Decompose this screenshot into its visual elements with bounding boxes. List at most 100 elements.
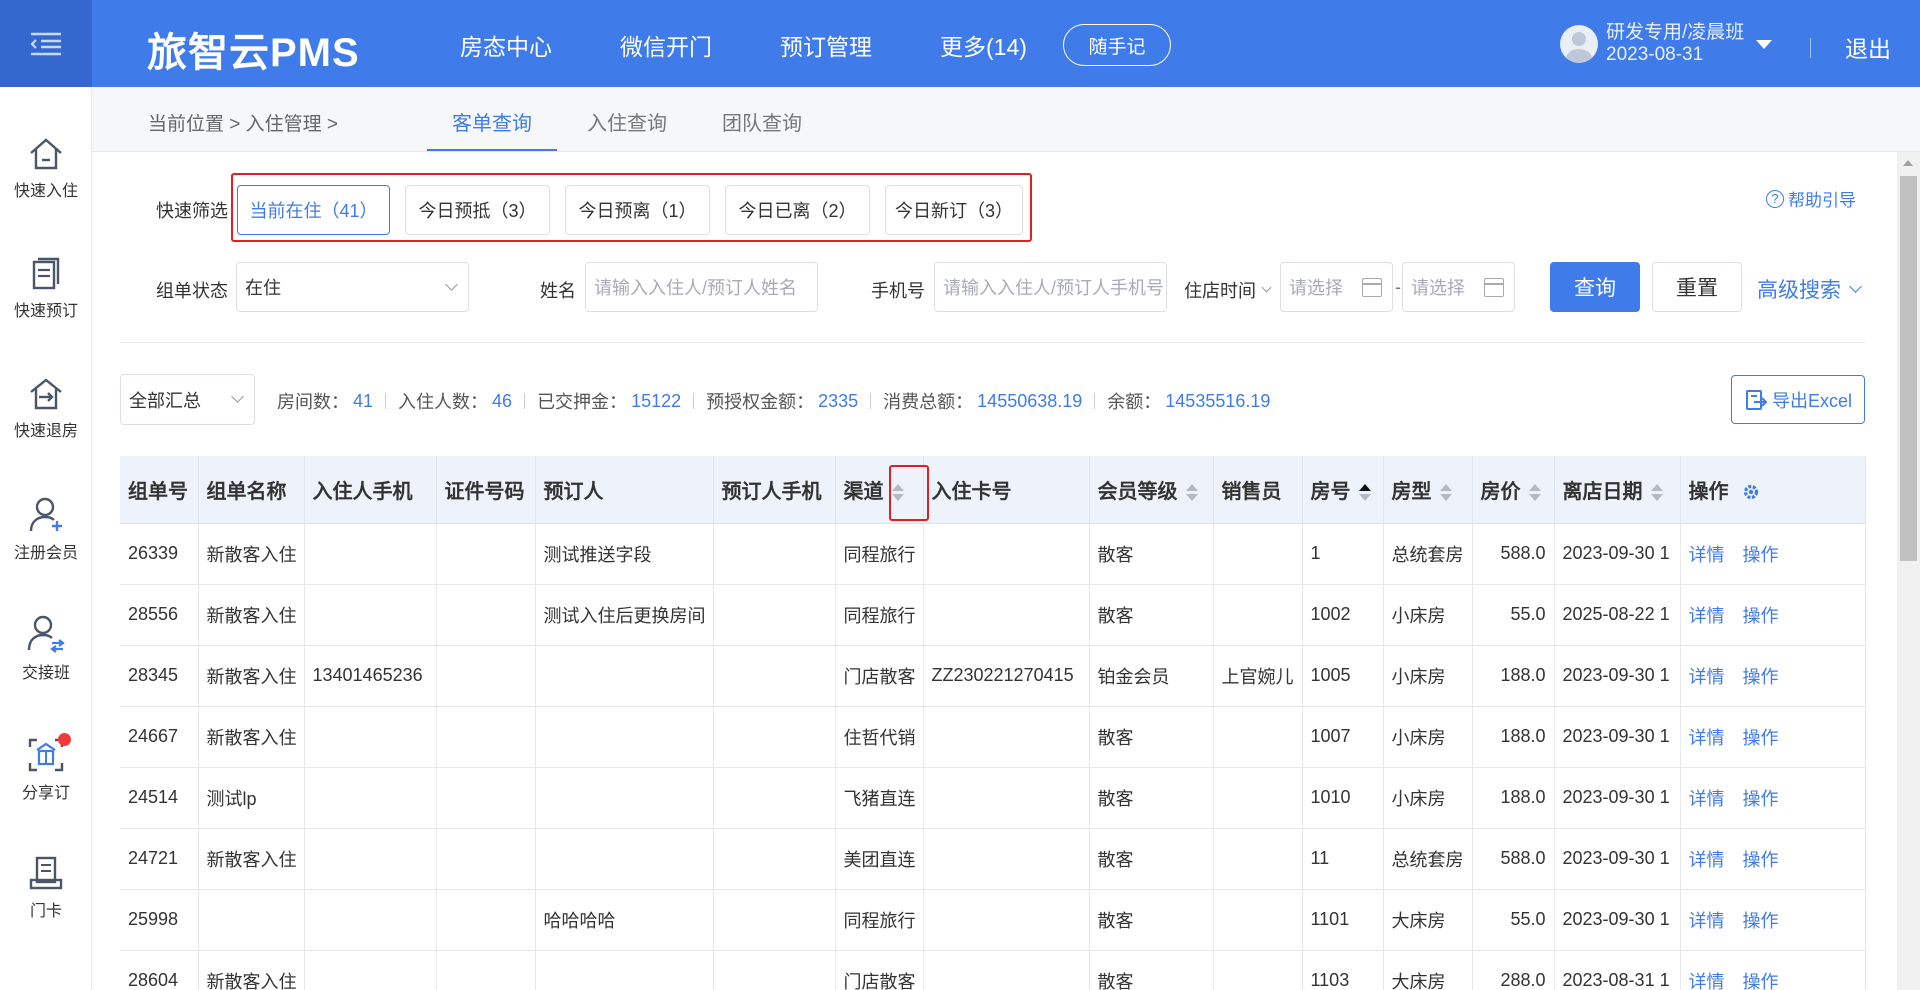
date-start-input[interactable]: 请选择 [1280, 262, 1393, 312]
scroll-up-arrow-icon[interactable] [1903, 160, 1913, 166]
sidebar-item-shift-handover[interactable]: 交接班 [0, 615, 92, 683]
cell-id-number [436, 706, 536, 768]
top-bar: 旅智云PMS 房态中心 微信开门 预订管理 更多(14) 随手记 研发专用/凌晨… [0, 0, 1920, 87]
avatar [1560, 25, 1598, 63]
cell-salesperson [1213, 706, 1303, 768]
operate-link[interactable]: 操作 [1743, 911, 1779, 931]
detail-link[interactable]: 详情 [1689, 545, 1725, 565]
detail-link[interactable]: 详情 [1689, 850, 1725, 870]
query-button[interactable]: 查询 [1550, 262, 1640, 312]
sort-icon[interactable] [1358, 483, 1371, 501]
cell-card-number [923, 828, 1090, 890]
cell-booker-phone [713, 950, 836, 990]
sidebar-item-label: 快速退房 [13, 423, 78, 440]
cell-room-number: 1010 [1302, 767, 1384, 829]
cell-member-level: 散客 [1089, 889, 1214, 951]
column-header-room-type[interactable]: 房型 [1383, 456, 1473, 524]
detail-link[interactable]: 详情 [1689, 667, 1725, 687]
detail-link[interactable]: 详情 [1689, 789, 1725, 809]
sort-icon[interactable] [1650, 483, 1663, 501]
export-excel-button[interactable]: 导出Excel [1731, 375, 1865, 424]
cell-room-type: 小床房 [1383, 584, 1473, 646]
sidebar-item-quick-checkout[interactable]: 快速退房 [0, 377, 92, 441]
operate-link[interactable]: 操作 [1743, 606, 1779, 626]
sidebar-item-share-order[interactable]: 分享订 [0, 733, 92, 803]
cell-salesperson [1213, 584, 1303, 646]
cell-member-level: 铂金会员 [1089, 645, 1214, 707]
cell-channel: 同程旅行 [835, 889, 924, 951]
cell-guest-phone [304, 889, 437, 951]
guest-order-table: 组单号 组单名称 入住人手机 证件号码 预订人 预订人手机 渠道 入住卡号 会员… [120, 456, 1866, 990]
detail-link[interactable]: 详情 [1689, 972, 1725, 990]
cell-room-type: 大床房 [1383, 889, 1473, 951]
tab-checkin-query[interactable]: 入住查询 [587, 107, 667, 136]
cell-actions: 详情 操作 [1680, 767, 1866, 829]
stay-time-select[interactable]: 住店时间 [1184, 277, 1272, 303]
app-logo: 旅智云PMS [147, 31, 360, 75]
cell-card-number [923, 584, 1090, 646]
cell-group-id: 24514 [120, 767, 199, 829]
sidebar-item-door-card[interactable]: 门卡 [0, 855, 92, 921]
add-member-icon [29, 497, 62, 532]
nav-wechat-door[interactable]: 微信开门 [620, 28, 712, 62]
cell-group-name: 新散客入住 [198, 523, 305, 585]
cell-booker: 测试入住后更换房间 [535, 584, 714, 646]
status-select[interactable]: 在住 [236, 262, 469, 312]
cell-card-number: ZZ230221270415 [923, 645, 1090, 707]
table-row: 24514 测试lp 飞猪直连 散客 1010 小床房 188.0 2023-09-30 1详… [120, 767, 1866, 829]
nav-room-status[interactable]: 房态中心 [460, 28, 552, 62]
summary-select[interactable]: 全部汇总 [120, 374, 255, 425]
cell-departure-date: 2025-08-22 1 [1554, 584, 1681, 646]
cell-departure-date: 2023-09-30 1 [1554, 889, 1681, 951]
cell-actions: 详情 操作 [1680, 950, 1866, 990]
operate-link[interactable]: 操作 [1743, 789, 1779, 809]
divider [1810, 38, 1811, 58]
column-header-group-id: 组单号 [120, 456, 199, 524]
reset-button[interactable]: 重置 [1652, 262, 1742, 312]
detail-link[interactable]: 详情 [1689, 728, 1725, 748]
detail-link[interactable]: 详情 [1689, 606, 1725, 626]
column-header-member-level[interactable]: 会员等级 [1089, 456, 1214, 524]
name-input[interactable]: 请输入入住人/预订人姓名 [585, 262, 818, 312]
advanced-search-toggle[interactable]: 高级搜索 [1757, 274, 1862, 304]
home-icon [30, 138, 62, 170]
tab-guest-order-query[interactable]: 客单查询 [452, 107, 532, 136]
operate-link[interactable]: 操作 [1743, 545, 1779, 565]
menu-toggle-button[interactable] [0, 0, 92, 87]
cell-booker-phone [713, 523, 836, 585]
sort-icon[interactable] [1528, 483, 1541, 501]
column-header-departure-date[interactable]: 离店日期 [1554, 456, 1681, 524]
tab-group-query[interactable]: 团队查询 [722, 107, 802, 136]
detail-link[interactable]: 详情 [1689, 911, 1725, 931]
column-header-card-number: 入住卡号 [923, 456, 1090, 524]
help-guide-link[interactable]: ? 帮助引导 [1766, 186, 1856, 211]
date-end-input[interactable]: 请选择 [1402, 262, 1515, 312]
cell-id-number [436, 828, 536, 890]
nav-booking[interactable]: 预订管理 [780, 28, 872, 62]
operate-link[interactable]: 操作 [1743, 667, 1779, 687]
cell-group-id: 25998 [120, 889, 199, 951]
operate-link[interactable]: 操作 [1743, 728, 1779, 748]
sort-icon[interactable] [1185, 483, 1198, 501]
gear-icon[interactable] [1742, 483, 1760, 501]
scrollbar-thumb[interactable] [1900, 176, 1917, 561]
sidebar-item-quick-booking[interactable]: 快速预订 [0, 257, 92, 321]
cell-departure-date: 2023-08-31 1 [1554, 950, 1681, 990]
sidebar-item-register-member[interactable]: 注册会员 [0, 497, 92, 563]
export-excel-label: 导出Excel [1771, 390, 1852, 411]
cell-channel: 美团直连 [835, 828, 924, 890]
sidebar-item-quick-checkin[interactable]: 快速入住 [0, 137, 92, 201]
nav-more[interactable]: 更多(14) [940, 28, 1027, 62]
logout-button[interactable]: 退出 [1845, 30, 1891, 64]
operate-link[interactable]: 操作 [1743, 972, 1779, 990]
operate-link[interactable]: 操作 [1743, 850, 1779, 870]
column-header-room-number[interactable]: 房号 [1302, 456, 1384, 524]
user-menu[interactable]: 研发专用/凌晨班 2023-08-31 [1560, 22, 1773, 66]
quick-note-button[interactable]: 随手记 [1063, 24, 1171, 66]
column-header-room-price[interactable]: 房价 [1472, 456, 1555, 524]
cell-room-price: 288.0 [1472, 950, 1555, 990]
breadcrumb-bar: 当前位置 > 入住管理 > 客单查询 入住查询 团队查询 [92, 87, 1920, 152]
cell-room-price: 588.0 [1472, 828, 1555, 890]
sort-icon[interactable] [1439, 483, 1452, 501]
phone-input[interactable]: 请输入入住人/预订人手机号 [934, 262, 1167, 312]
